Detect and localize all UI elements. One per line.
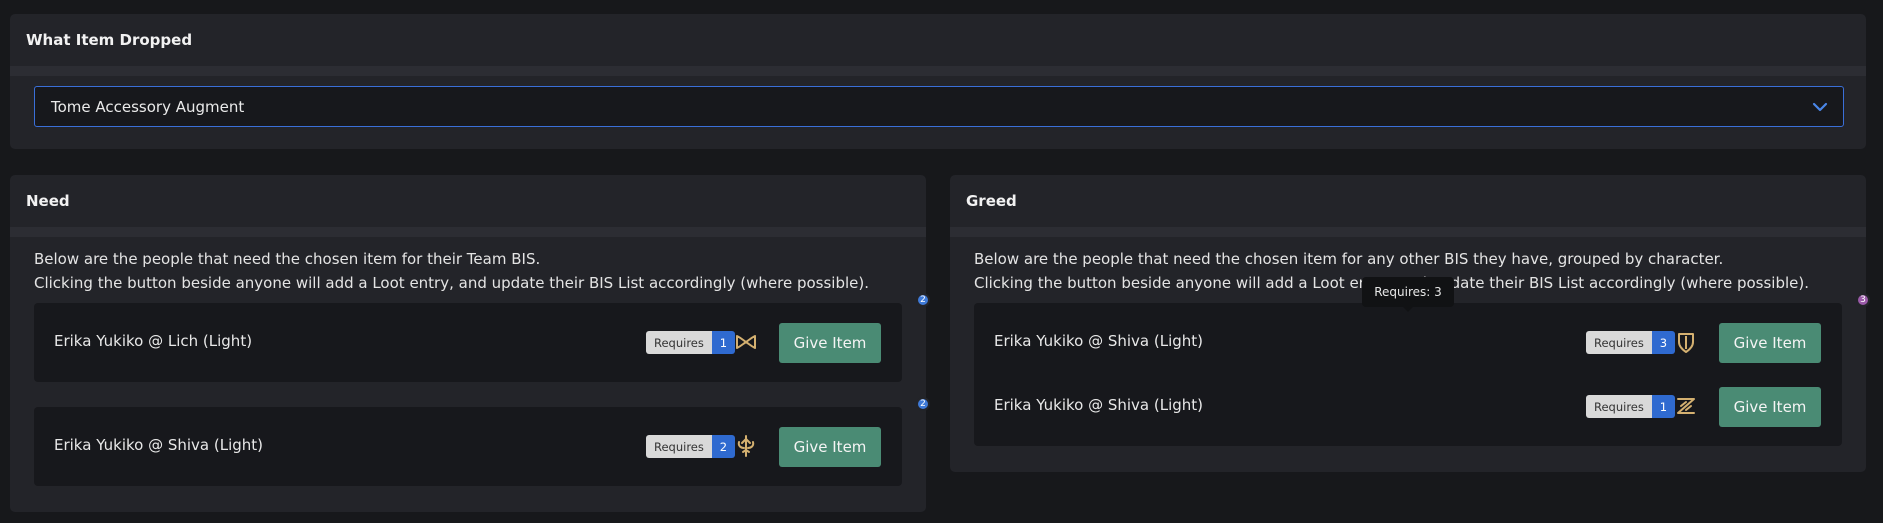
requires-tooltip: Requires: 3: [1362, 277, 1454, 312]
count-badge: 2: [916, 397, 930, 411]
requires-label: Requires: [1586, 331, 1652, 354]
requires-label: Requires: [1586, 395, 1652, 418]
requires-label: Requires: [646, 331, 712, 354]
requires-count: 2: [711, 435, 735, 458]
paladin-job-icon: [1678, 333, 1694, 353]
character-name: Erika Yukiko @ Shiva (Light): [54, 436, 264, 454]
need-title: Need: [26, 192, 70, 210]
requires-label: Requires: [646, 435, 712, 458]
requires-badge: Requires 3: [1586, 331, 1675, 354]
character-name: Erika Yukiko @ Shiva (Light): [994, 396, 1204, 414]
give-item-button[interactable]: Give Item: [779, 323, 881, 363]
greed-card: Greed Below are the people that need the…: [950, 175, 1870, 472]
chevron-down-icon: [1812, 102, 1828, 112]
item-select-value: Tome Accessory Augment: [51, 97, 245, 116]
requires-badge: Requires 2: [646, 435, 735, 458]
need-description: Below are the people that need the chose…: [34, 247, 869, 295]
item-select[interactable]: Tome Accessory Augment: [34, 86, 1844, 127]
requires-count: 1: [711, 331, 735, 354]
reaper-job-icon: [736, 335, 756, 349]
greed-character-group: Erika Yukiko @ Shiva (Light) Requires 3 …: [974, 293, 1870, 446]
tooltip-arrow: [1403, 307, 1413, 312]
requires-badge: Requires 1: [1586, 395, 1675, 418]
count-badge: 2: [916, 293, 930, 307]
greed-title: Greed: [966, 192, 1017, 210]
need-description-line: Below are the people that need the chose…: [34, 250, 541, 268]
give-item-button[interactable]: Give Item: [1719, 323, 1821, 363]
tooltip-text: Requires: 3: [1374, 285, 1442, 299]
item-dropped-card: What Item Dropped Tome Accessory Augment: [10, 14, 1866, 149]
need-row: Erika Yukiko @ Lich (Light) Requires 1 G…: [34, 293, 930, 382]
sage-job-icon: [737, 435, 755, 457]
need-card: Need Below are the people that need the …: [10, 175, 930, 512]
count-badge: 3: [1856, 293, 1870, 307]
greed-description-line: Below are the people that need the chose…: [974, 250, 1724, 268]
header-divider: [10, 227, 926, 237]
requires-count: 3: [1651, 331, 1675, 354]
need-description-line: Clicking the button beside anyone will a…: [34, 274, 869, 292]
dragoon-job-icon: [1677, 398, 1695, 414]
header-divider: [950, 227, 1866, 237]
requires-badge: Requires 1: [646, 331, 735, 354]
character-name: Erika Yukiko @ Lich (Light): [54, 332, 253, 350]
need-row: Erika Yukiko @ Shiva (Light) Requires 2 …: [34, 397, 930, 486]
character-name: Erika Yukiko @ Shiva (Light): [994, 332, 1204, 350]
header-divider: [10, 66, 1866, 76]
give-item-button[interactable]: Give Item: [779, 427, 881, 467]
requires-count: 1: [1651, 395, 1675, 418]
give-item-button[interactable]: Give Item: [1719, 387, 1821, 427]
item-dropped-title: What Item Dropped: [26, 31, 193, 49]
